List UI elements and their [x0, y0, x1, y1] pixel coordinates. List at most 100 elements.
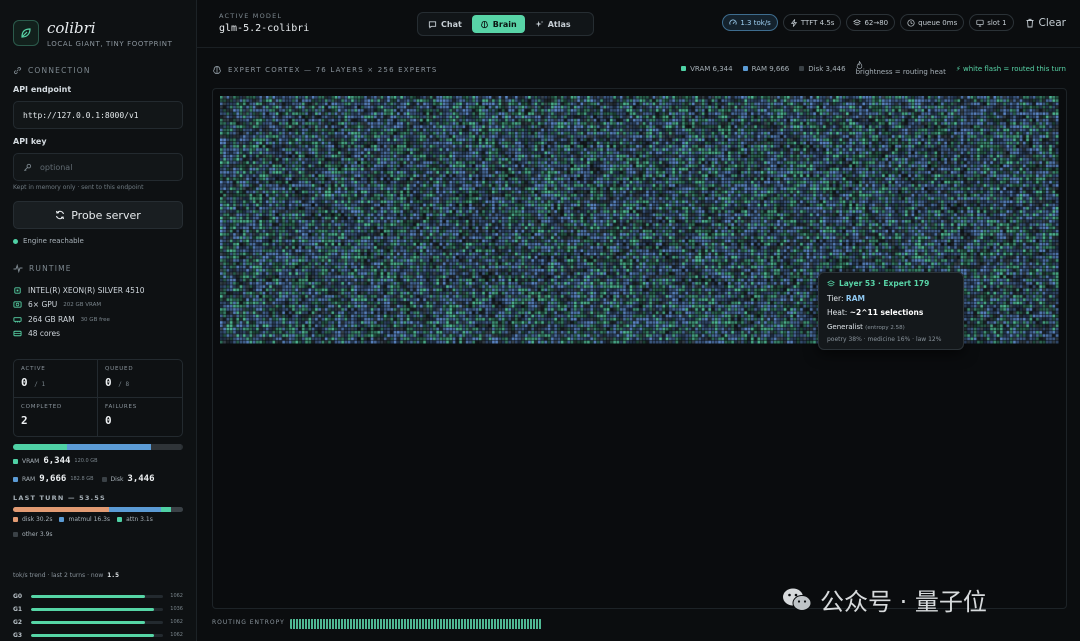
- vram-legend: VRAM 6,344 120.0 GB: [13, 456, 98, 466]
- other-swatch: [13, 532, 18, 537]
- layers-icon: [827, 279, 835, 286]
- active-model-label: ACTIVE MODEL: [219, 12, 283, 20]
- endpoint-label: API endpoint: [13, 85, 72, 94]
- tokens-text: 62→80: [864, 18, 889, 27]
- slot-text: slot 1: [987, 18, 1007, 27]
- key-icon: [24, 163, 32, 171]
- ram-label: RAM: [22, 475, 36, 483]
- stat-active-of: / 1: [34, 381, 46, 388]
- stat-queued-of: / 8: [118, 381, 130, 388]
- gpu-row: G0 1062: [13, 592, 183, 600]
- gpu-label: G3: [13, 631, 23, 639]
- link-icon: [13, 66, 22, 75]
- matmul-time: matmul 16.3s: [68, 516, 111, 523]
- stat-completed: COMPLETED 2: [14, 398, 98, 436]
- tooltip-topics: poetry 38% · medicine 16% · law 12%: [827, 336, 942, 343]
- clear-button[interactable]: Clear: [1025, 17, 1066, 29]
- cortex-legend: VRAM 6,344 RAM 9,666 Disk 3,446 brightne…: [681, 61, 1066, 77]
- cortex-title-text: EXPERT CORTEX — 76 LAYERS × 256 EXPERTS: [228, 66, 438, 74]
- vram-label: VRAM: [22, 457, 40, 465]
- wechat-icon: [783, 588, 812, 611]
- ram-size: 182.8 GB: [70, 476, 94, 482]
- gpu-fill: [31, 607, 154, 611]
- api-key-placeholder: optional: [40, 162, 73, 172]
- ram-disk-legend: RAM 9,666 182.8 GB Disk 3,446: [13, 474, 155, 484]
- stat-failures: FAILURES 0: [98, 398, 182, 436]
- routing-entropy-label: ROUTING ENTROPY: [212, 619, 285, 626]
- legend-vram: VRAM 6,344: [681, 65, 733, 73]
- app-tagline: LOCAL GIANT, TINY FOOTPRINT: [47, 40, 173, 48]
- stat-completed-label: COMPLETED: [21, 404, 63, 410]
- bar-segment: [160, 507, 171, 512]
- gpu-track: [31, 607, 163, 611]
- tab-brain[interactable]: Brain: [471, 15, 525, 33]
- legend-flash: ⚡ white flash = routed this turn: [956, 65, 1066, 73]
- memory-icon: [13, 317, 22, 323]
- legend-ram-text: RAM 9,666: [751, 64, 790, 73]
- tooltip-heat-value: ~2^11 selections: [849, 308, 924, 317]
- tok-trend: tok/s trend · last 2 turns · now 1.5: [13, 571, 119, 579]
- cores-text: 48 cores: [28, 329, 61, 338]
- legend-heat: brightness = routing heat: [856, 61, 946, 77]
- stat-failures-label: FAILURES: [105, 404, 138, 410]
- tier-distribution-bar: [13, 444, 183, 450]
- throughput-text: 1.3 tok/s: [740, 18, 771, 27]
- tooltip-kind-text: Generalist: [827, 323, 863, 331]
- tok-trend-now: 1.5: [107, 571, 120, 579]
- ram-subtext: 30 GB free: [80, 316, 110, 323]
- legend-disk: Disk 3,446: [799, 65, 846, 73]
- legend-flash-text: ⚡ white flash = routed this turn: [955, 64, 1066, 73]
- gpu-row: G1 1036: [13, 605, 183, 613]
- tooltip-tier: Tier: RAM: [827, 294, 955, 303]
- chat-icon: [428, 20, 437, 29]
- runtime-section-header: RUNTIME: [13, 264, 72, 273]
- sparkle-icon: [535, 20, 543, 27]
- tooltip-title-text: Layer 53 · Expert 179: [839, 279, 930, 288]
- trash-icon: [1026, 18, 1034, 27]
- disk-label: Disk: [110, 475, 124, 483]
- gpu-row: G3 1062: [13, 631, 183, 639]
- sidebar: colibri LOCAL GIANT, TINY FOOTPRINT CONN…: [0, 0, 197, 641]
- status-dot: [13, 238, 18, 244]
- pulse-icon: [13, 264, 23, 273]
- gpu-fill: [31, 620, 145, 624]
- tab-chat[interactable]: Chat: [420, 15, 470, 33]
- gpu-text: 6× GPU: [28, 300, 58, 309]
- endpoint-field[interactable]: http://127.0.0.1:8000/v1: [13, 101, 183, 129]
- wechat-watermark: 公众号 · 量子位: [782, 582, 987, 617]
- tooltip-heat: Heat: ~2^11 selections: [827, 308, 955, 317]
- slot-pill: slot 1: [969, 14, 1014, 31]
- app-name: colibri: [47, 19, 96, 37]
- runtime-section-title: RUNTIME: [29, 264, 72, 273]
- runtime-ram: 264 GB RAM 30 GB free: [13, 315, 110, 324]
- probe-server-button[interactable]: Probe server: [13, 201, 183, 229]
- bar-segment: [13, 444, 68, 450]
- tab-atlas-label: Atlas: [547, 19, 571, 29]
- stat-queued-value: 0: [105, 376, 112, 389]
- brain-icon: [480, 20, 488, 28]
- leaf-logo-icon: [13, 20, 39, 46]
- gpu-value: 1062: [170, 593, 183, 599]
- tab-atlas[interactable]: Atlas: [527, 15, 579, 33]
- queue-stats: ACTIVE 0 / 1 QUEUED 0 / 8 COMPLETED 2 FA…: [13, 359, 183, 437]
- clock-icon: [907, 18, 915, 27]
- metrics-pills: 1.3 tok/s TTFT 4.5s 62→80 queue 0ms slot…: [722, 14, 1066, 31]
- stat-completed-value: 2: [21, 414, 28, 427]
- gpu-icon: [13, 301, 22, 308]
- brain-outline-icon: [213, 66, 221, 74]
- gpu-track: [31, 633, 163, 637]
- gauge-icon: [729, 19, 737, 25]
- clear-label: Clear: [1038, 16, 1066, 29]
- bar-segment: [150, 444, 182, 450]
- cortex-title: EXPERT CORTEX — 76 LAYERS × 256 EXPERTS: [212, 65, 438, 75]
- bar-segment: [67, 444, 151, 450]
- gpu-label: G0: [13, 592, 23, 600]
- disk-time: disk 30.2s: [22, 516, 53, 523]
- api-key-field[interactable]: optional: [13, 153, 183, 181]
- connection-section-header: CONNECTION: [13, 66, 91, 75]
- legend-heat-text: brightness = routing heat: [855, 68, 946, 76]
- drive-icon: [13, 330, 22, 337]
- gpu-fill: [31, 594, 145, 598]
- queue-text: queue 0ms: [918, 18, 958, 27]
- layers-icon: [853, 18, 862, 25]
